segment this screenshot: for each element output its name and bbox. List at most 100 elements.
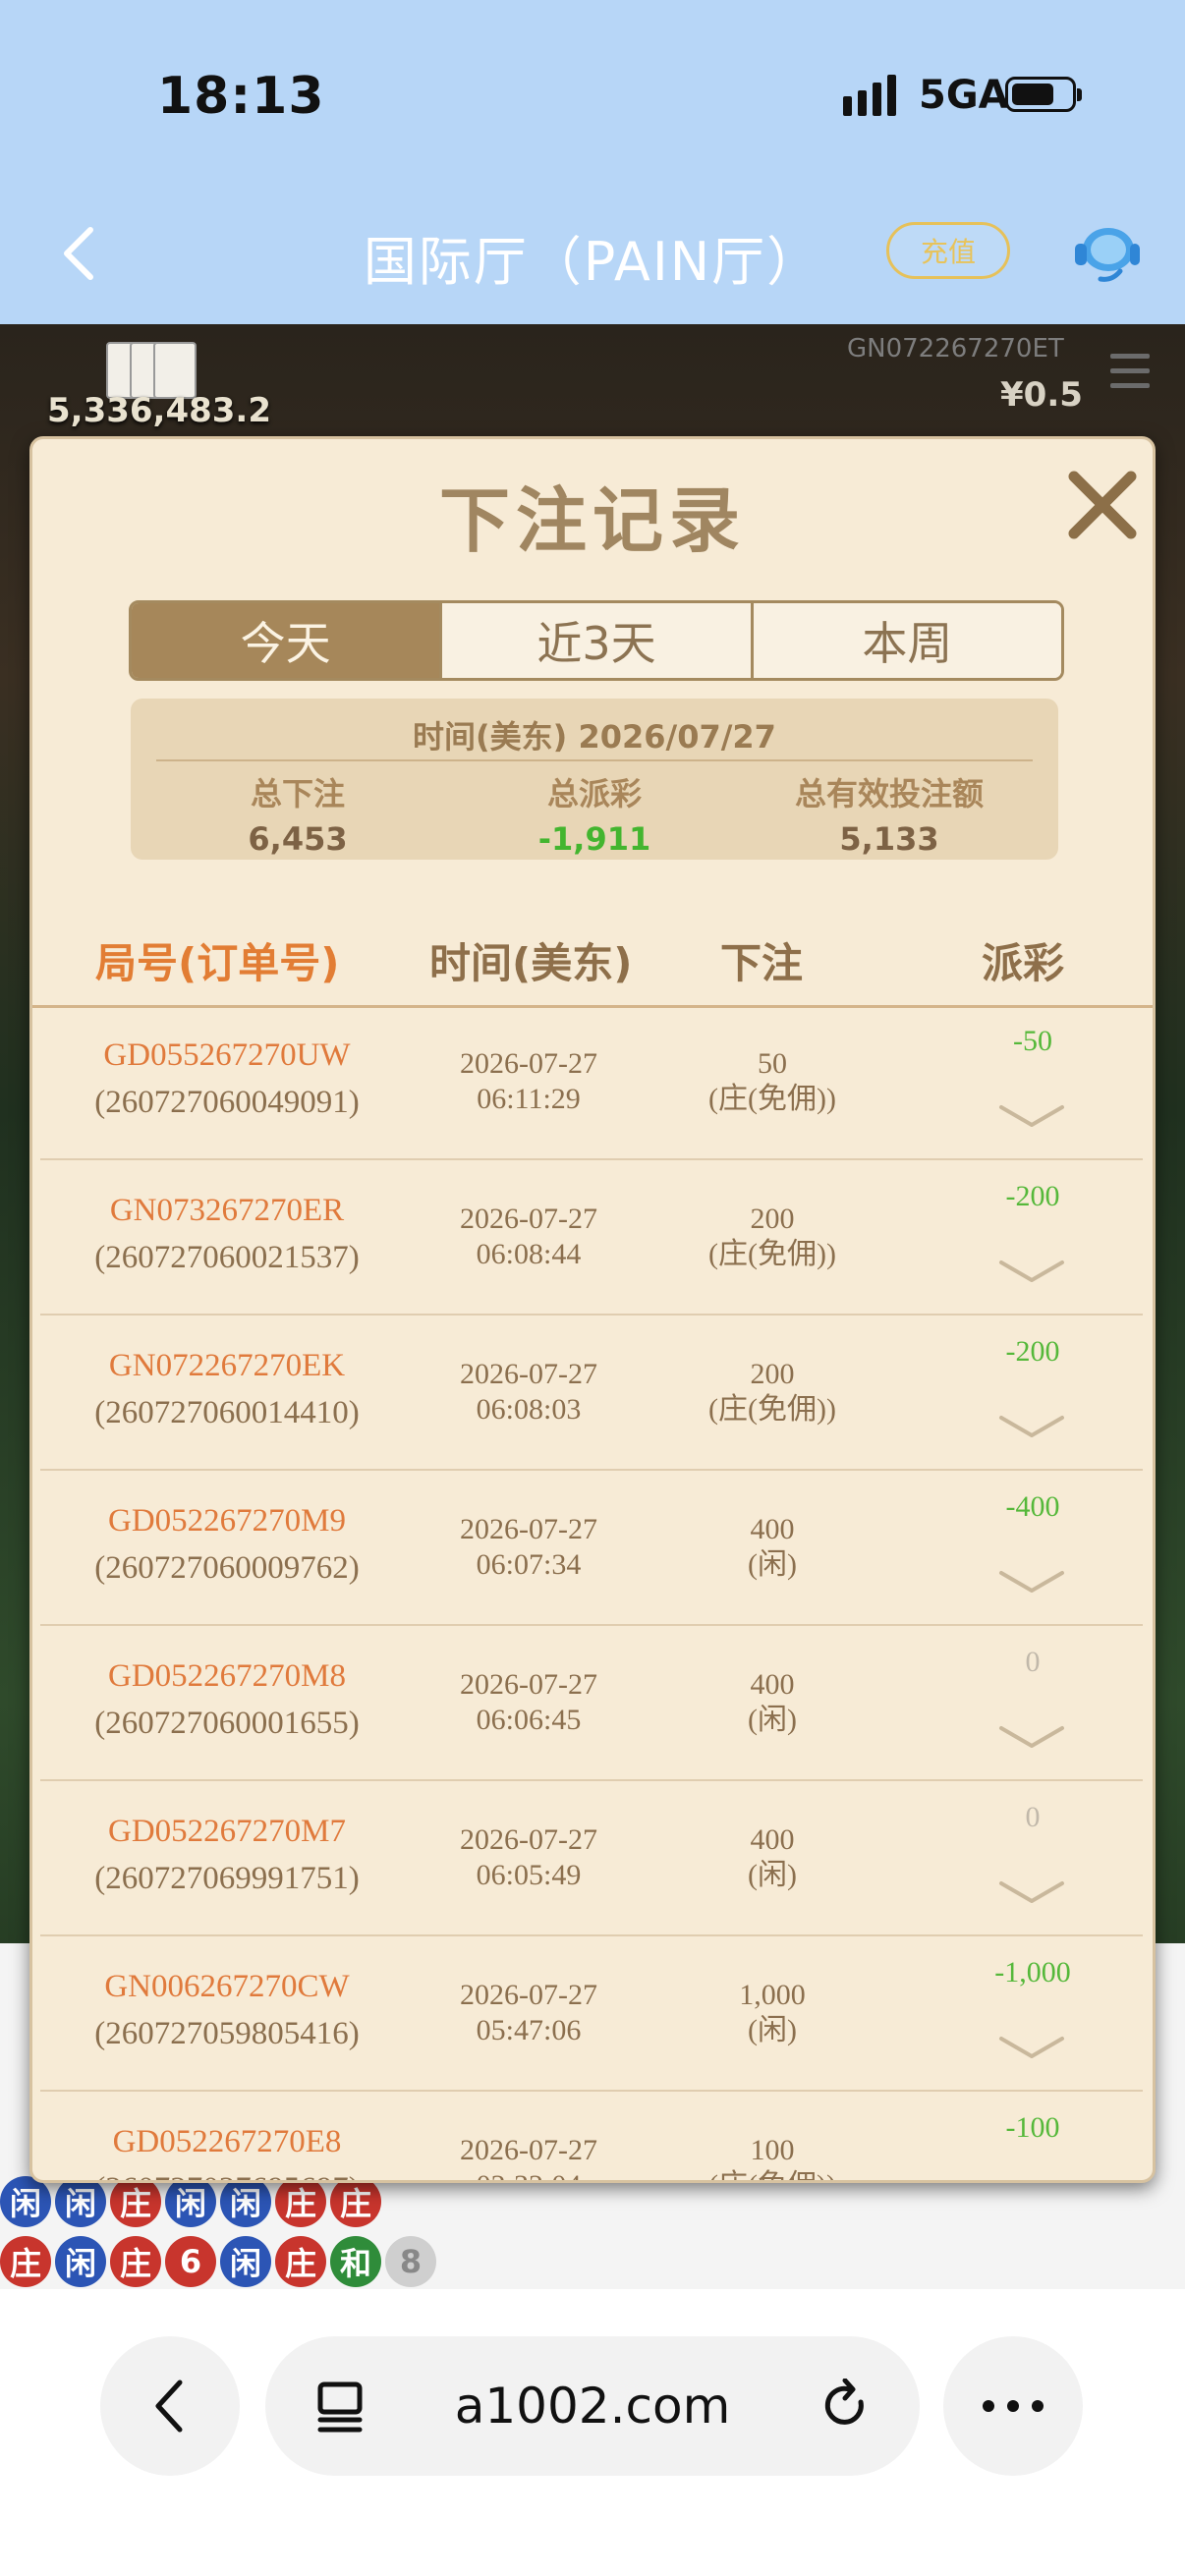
order-id: (260727060001655) <box>94 1706 360 1741</box>
order-cell: GD055267270UW (260727060049091) <box>40 1033 414 1127</box>
bet-date: 2026-07-27 <box>460 1979 597 2011</box>
bet-type: (闲) <box>748 2014 797 2046</box>
game-balance: 5,336,483.2 <box>47 391 272 430</box>
status-time: 18:13 <box>157 67 325 126</box>
road-cell: 庄 <box>110 2176 161 2227</box>
summary-divider <box>156 759 1033 761</box>
road-cell: 闲 <box>55 2236 106 2287</box>
chevron-down-icon[interactable] <box>995 1722 1068 1752</box>
bet-type: (闲) <box>748 1548 797 1581</box>
payout-value: -200 <box>1005 1335 1060 1368</box>
customer-support-icon[interactable] <box>1071 220 1142 289</box>
payout-value: -1,000 <box>994 1956 1071 1988</box>
table-header: 局号(订单号) 时间(美东) 下注 派彩 <box>32 911 1153 1008</box>
browser-more-button[interactable] <box>943 2336 1083 2476</box>
bet-record-row[interactable]: GD052267270M9 (260727060009762) 2026-07-27… <box>40 1471 1143 1626</box>
round-code: GN072267270EK <box>108 1348 346 1383</box>
road-cell: 庄 <box>275 2236 326 2287</box>
order-cell: GD052267270E8 (260727027695697) <box>40 2119 414 2180</box>
road-cell: 闲 <box>165 2176 216 2227</box>
more-icon <box>983 2400 1044 2412</box>
summary-total-payout: 总派彩 -1,911 <box>447 769 742 858</box>
bet-cell: 400 (闲) <box>649 1822 895 1893</box>
road-cell: 闲 <box>55 2176 106 2227</box>
time-cell: 2026-07-27 05:47:06 <box>406 1978 651 2048</box>
tab-last-3-days[interactable]: 近3天 <box>439 603 751 678</box>
road-cell: 6 <box>165 2236 216 2287</box>
bet-record-row[interactable]: GN072267270EK (260727060014410) 2026-07-27… <box>40 1316 1143 1471</box>
bet-record-row[interactable]: GN006267270CW (260727059805416) 2026-07-27… <box>40 1936 1143 2092</box>
chevron-down-icon[interactable] <box>995 2033 1068 2062</box>
time-cell: 2026-07-27 06:11:29 <box>406 1046 651 1117</box>
summary-panel: 时间(美东) 2026/07/27 总下注 6,453 总派彩 -1,911 总… <box>131 699 1058 860</box>
menu-icon[interactable] <box>1110 354 1150 398</box>
chevron-down-icon[interactable] <box>995 1257 1068 1286</box>
summary-label: 总下注 <box>250 775 345 812</box>
battery-icon <box>1005 77 1082 112</box>
bet-record-row[interactable]: GD055267270UW (260727060049091) 2026-07-27… <box>40 1005 1143 1160</box>
bet-cell: 50 (庄(免佣)) <box>649 1046 895 1117</box>
time-cell: 2026-07-27 06:08:44 <box>406 1202 651 1272</box>
bet-time: 06:11:29 <box>477 1083 581 1115</box>
summary-value: -1,911 <box>537 820 651 858</box>
address-bar[interactable]: a1002.com <box>265 2336 920 2476</box>
time-cell: 2026-07-27 06:06:45 <box>406 1667 651 1738</box>
reload-icon[interactable] <box>819 2379 871 2434</box>
bet-time: 06:05:49 <box>476 1859 582 1891</box>
bet-time: 06:06:45 <box>476 1704 582 1736</box>
tabs-icon[interactable] <box>314 2379 366 2434</box>
bet-type: (闲) <box>748 1859 797 1891</box>
road-cell: 闲 <box>0 2176 51 2227</box>
bet-cell: 100 (庄(免佣)) <box>649 2133 895 2180</box>
summary-value: 5,133 <box>839 820 939 858</box>
date-range-tabs: 今天 近3天 本周 <box>129 600 1064 681</box>
close-icon[interactable] <box>1060 463 1145 547</box>
chevron-left-icon <box>155 2380 183 2433</box>
signal-icon <box>843 73 896 116</box>
chevron-down-icon[interactable] <box>995 1412 1068 1441</box>
bet-cell: 200 (庄(免佣)) <box>649 1202 895 1272</box>
bet-date: 2026-07-27 <box>460 1513 597 1545</box>
payout-value: -50 <box>1013 1025 1052 1057</box>
payout-value: -200 <box>1005 1180 1060 1212</box>
bet-cell: 1,000 (闲) <box>649 1978 895 2048</box>
bead-road-row-1: 闲 闲 庄 闲 闲 庄 庄 <box>0 2176 381 2227</box>
road-cell: 和 <box>330 2236 381 2287</box>
round-code: GD052267270M7 <box>107 1814 346 1849</box>
bet-date: 2026-07-27 <box>460 2134 597 2166</box>
bet-amount: 200 <box>750 1358 795 1390</box>
payout-value: 0 <box>1025 1801 1041 1833</box>
chevron-down-icon[interactable] <box>995 1567 1068 1596</box>
road-cell: 闲 <box>220 2236 271 2287</box>
bet-type: (庄(免佣)) <box>649 2168 895 2180</box>
round-code: GD052267270M8 <box>107 1658 346 1694</box>
bet-time: 05:47:06 <box>476 2014 582 2046</box>
bet-record-row[interactable]: GD052267270E8(260727027695697) 2026-07-27… <box>40 2092 1143 2180</box>
order-cell: GN006267270CW (260727059805416) <box>40 1964 414 2058</box>
chevron-down-icon[interactable] <box>995 1101 1068 1131</box>
bet-amount: 400 <box>750 1823 795 1856</box>
round-code: GD055267270UW <box>103 1037 351 1073</box>
order-cell: GN072267270EK (260727060014410) <box>40 1343 414 1437</box>
bet-date: 2026-07-27 <box>460 1203 597 1235</box>
road-cell: 8 <box>385 2236 436 2287</box>
bet-type: (庄(免佣)) <box>708 1393 836 1426</box>
bet-type: (庄(免佣)) <box>708 1083 836 1115</box>
order-id: (260727027695697) <box>40 2164 414 2180</box>
order-cell: GD052267270M7 (260727069991751) <box>40 1809 414 1903</box>
order-id: (260727059805416) <box>94 2016 360 2051</box>
road-cell: 庄 <box>0 2236 51 2287</box>
bet-record-row[interactable]: GD052267270M8 (260727060001655) 2026-07-27… <box>40 1626 1143 1781</box>
summary-time: 时间(美东) 2026/07/27 <box>413 718 776 756</box>
tab-this-week[interactable]: 本周 <box>750 603 1061 678</box>
recharge-button[interactable]: 充值 <box>886 222 1010 279</box>
chevron-down-icon[interactable] <box>995 1877 1068 1907</box>
bet-record-row[interactable]: GD052267270M7 (260727069991751) 2026-07-27… <box>40 1781 1143 1936</box>
column-header-bet: 下注 <box>720 939 804 987</box>
order-id: (260727060009762) <box>94 1550 360 1586</box>
bet-date: 2026-07-27 <box>460 1668 597 1701</box>
bet-record-row[interactable]: GN073267270ER (260727060021537) 2026-07-27… <box>40 1160 1143 1316</box>
tab-today[interactable]: 今天 <box>132 603 440 678</box>
bet-time: 06:08:03 <box>476 1393 582 1426</box>
browser-back-button[interactable] <box>100 2336 240 2476</box>
